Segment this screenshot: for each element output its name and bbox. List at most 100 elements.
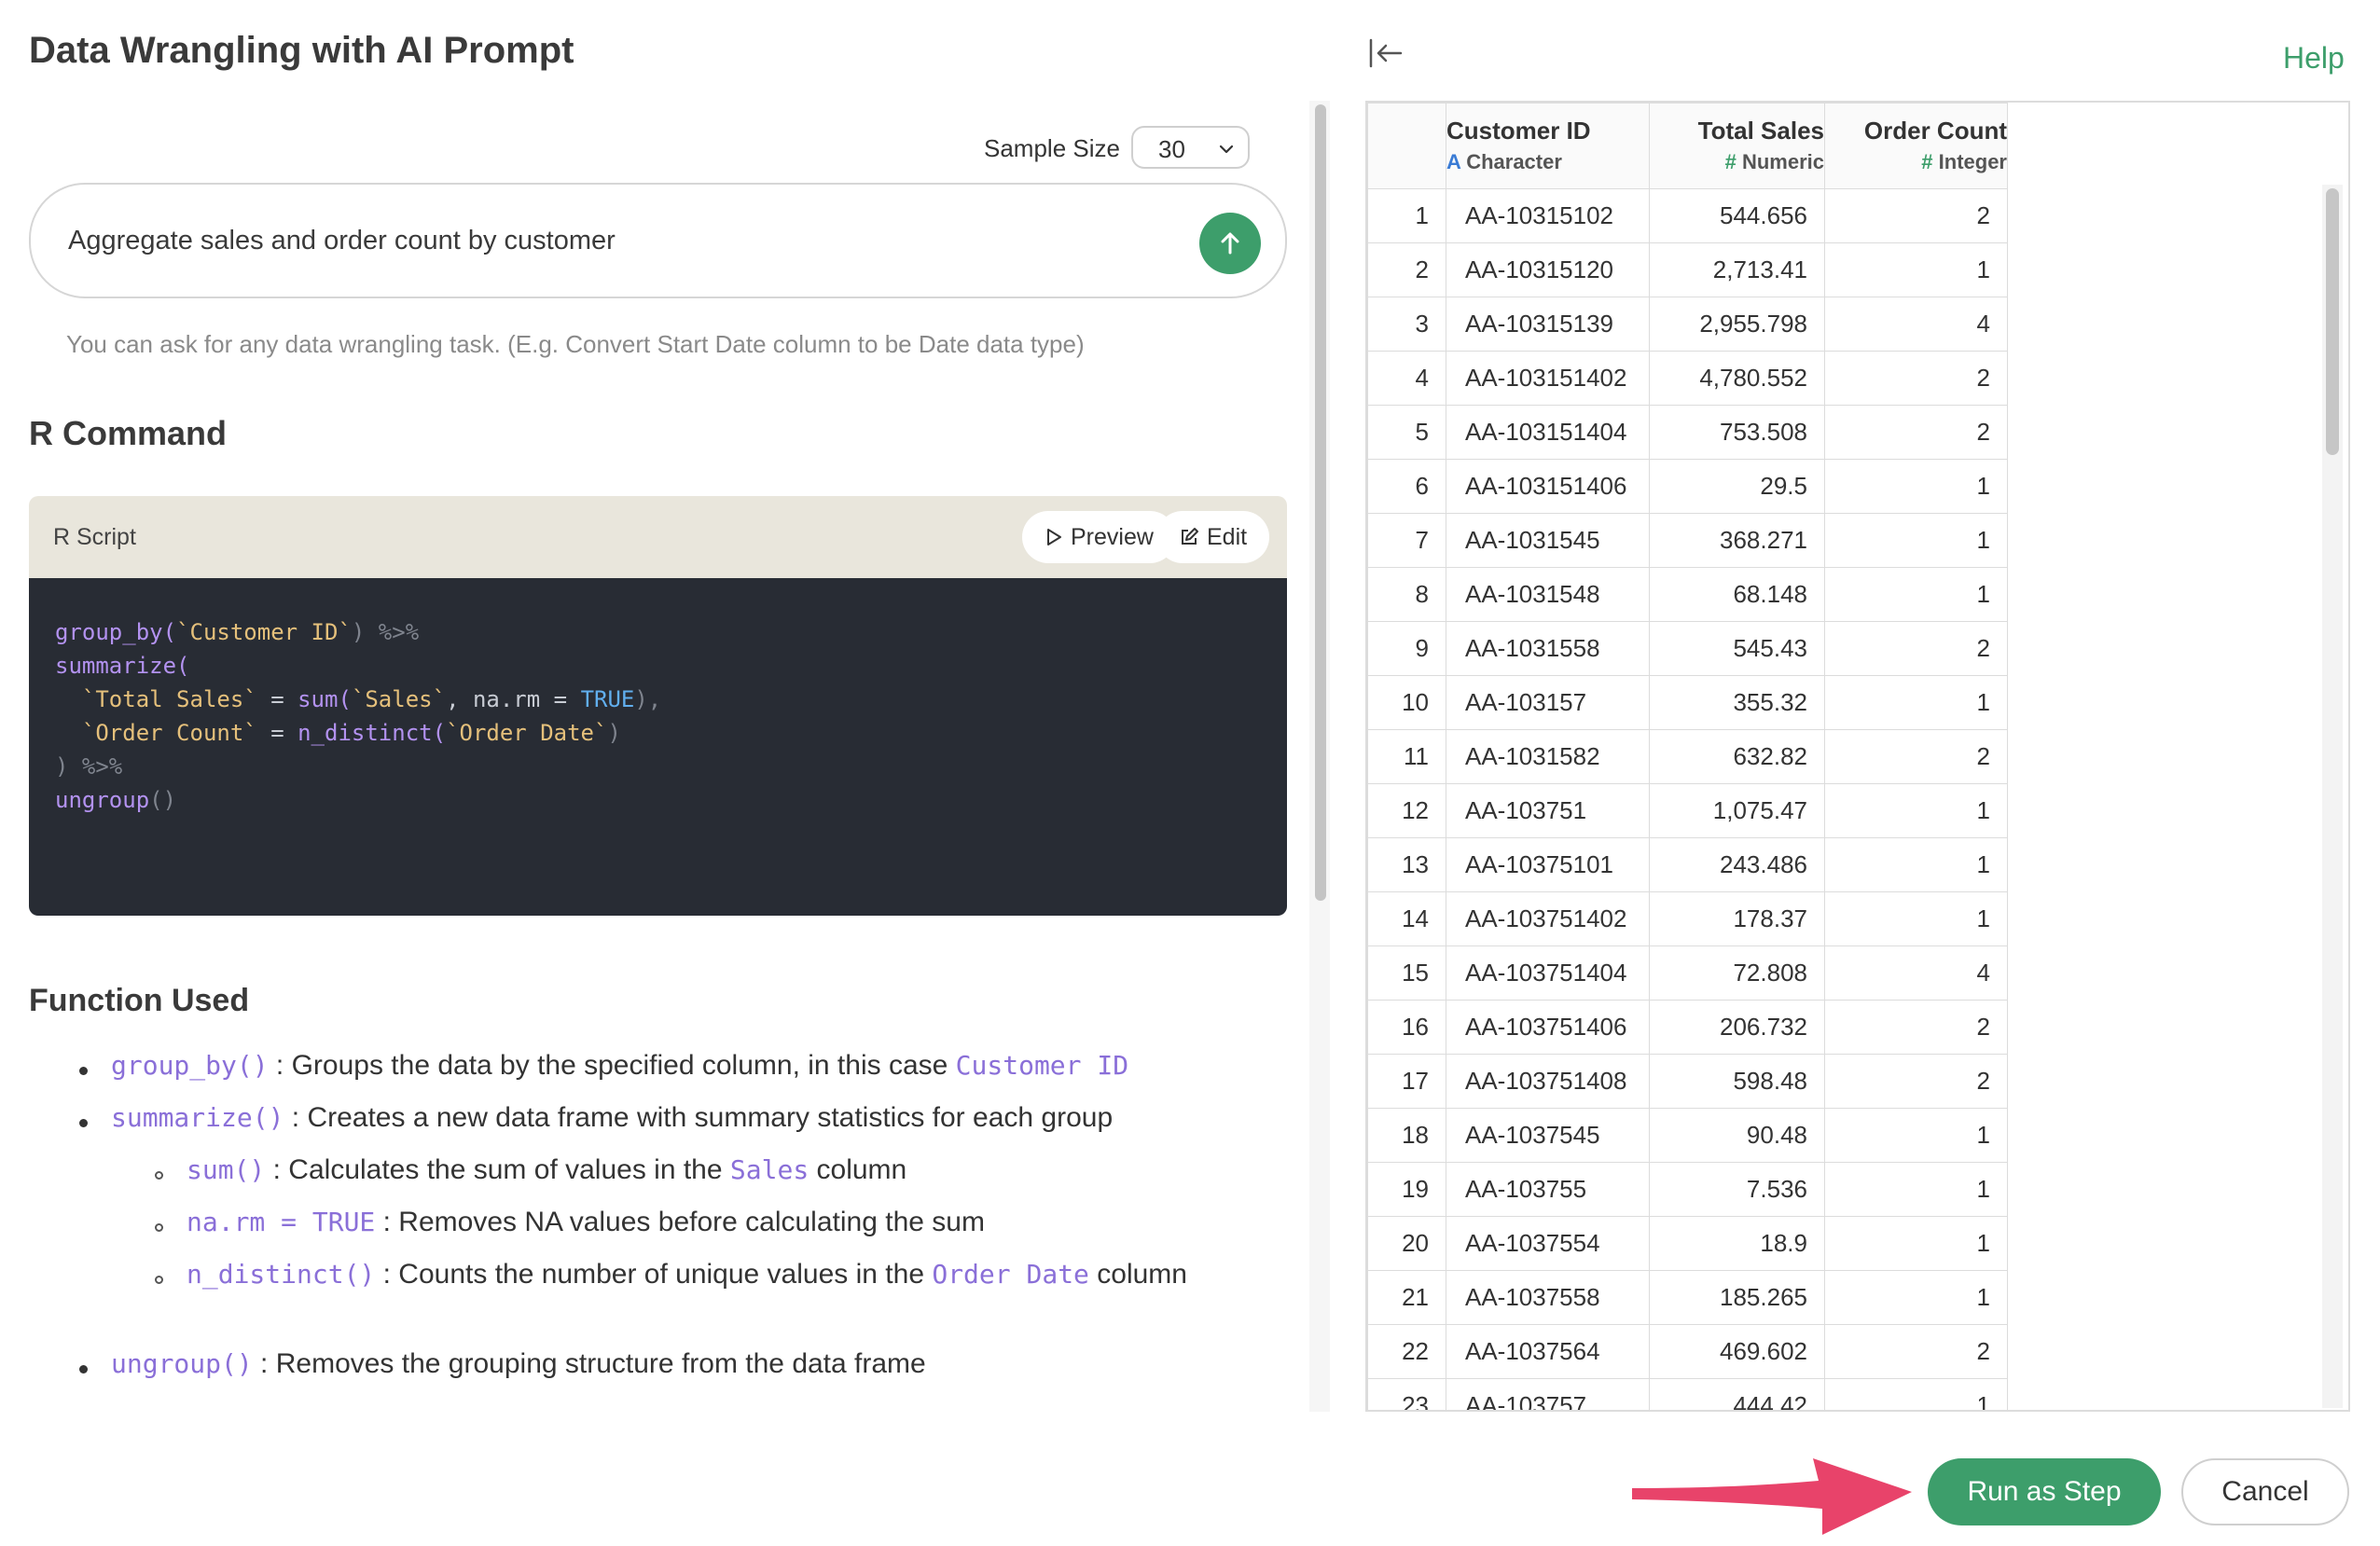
customer-id-cell: AA-103751404 xyxy=(1446,946,1650,1001)
customer-id-cell: AA-1031582 xyxy=(1446,729,1650,784)
total-sales-cell: 544.656 xyxy=(1649,188,1825,243)
table-row[interactable]: 23 AA-103757 444.42 1 xyxy=(1367,1378,2008,1410)
row-number: 23 xyxy=(1367,1378,1446,1410)
row-number: 6 xyxy=(1367,459,1446,514)
row-number: 20 xyxy=(1367,1216,1446,1271)
customer-id-cell: AA-1037558 xyxy=(1446,1270,1650,1325)
table-row[interactable]: 18 AA-1037545 90.48 1 xyxy=(1367,1108,2008,1163)
customer-id-cell: AA-103757 xyxy=(1446,1378,1650,1410)
edit-button[interactable]: Edit xyxy=(1156,511,1270,563)
pointer-arrow-icon xyxy=(1632,1458,1912,1535)
left-scrollbar-thumb[interactable] xyxy=(1315,104,1326,901)
customer-id-cell: AA-10315139 xyxy=(1446,297,1650,352)
total-sales-cell: 243.486 xyxy=(1649,837,1825,892)
row-number: 16 xyxy=(1367,1000,1446,1055)
order-count-cell: 1 xyxy=(1824,459,2008,514)
order-count-cell: 1 xyxy=(1824,1216,2008,1271)
chevron-down-icon xyxy=(1219,145,1234,154)
table-row[interactable]: 17 AA-103751408 598.48 2 xyxy=(1367,1054,2008,1109)
sample-size-select[interactable]: 30 xyxy=(1131,126,1250,169)
order-count-cell: 1 xyxy=(1824,1108,2008,1163)
preview-table: Customer ID A Character Total Sales # Nu… xyxy=(1365,101,2350,1412)
table-row[interactable]: 6 AA-103151406 29.5 1 xyxy=(1367,459,2008,514)
table-row[interactable]: 15 AA-103751404 72.808 4 xyxy=(1367,946,2008,1001)
table-row[interactable]: 7 AA-1031545 368.271 1 xyxy=(1367,513,2008,568)
total-sales-cell: 72.808 xyxy=(1649,946,1825,1001)
r-script-code[interactable]: group_by(`Customer ID`) %>% summarize( `… xyxy=(29,578,1287,916)
page-title: Data Wrangling with AI Prompt xyxy=(29,30,574,71)
order-count-cell: 2 xyxy=(1824,405,2008,460)
table-row[interactable]: 4 AA-103151402 4,780.552 2 xyxy=(1367,351,2008,406)
script-header: R Script Preview Edit xyxy=(29,496,1287,578)
list-item: summarize() : Creates a new data frame w… xyxy=(111,1102,1114,1133)
order-count-cell: 4 xyxy=(1824,946,2008,1001)
row-number: 10 xyxy=(1367,675,1446,730)
order-count-cell: 2 xyxy=(1824,729,2008,784)
collapse-panel-icon[interactable] xyxy=(1367,37,1404,69)
order-count-cell: 1 xyxy=(1824,837,2008,892)
order-count-cell: 1 xyxy=(1824,1378,2008,1410)
function-used-heading: Function Used xyxy=(29,983,250,1018)
help-link[interactable]: Help xyxy=(2283,41,2345,76)
cancel-button[interactable]: Cancel xyxy=(2181,1458,2349,1525)
table-row[interactable]: 16 AA-103751406 206.732 2 xyxy=(1367,1000,2008,1055)
customer-id-cell: AA-103751402 xyxy=(1446,891,1650,946)
order-count-cell: 1 xyxy=(1824,783,2008,838)
list-item: n_distinct() : Counts the number of uniq… xyxy=(187,1259,1187,1290)
prompt-input[interactable]: Aggregate sales and order count by custo… xyxy=(29,183,1287,298)
table-row[interactable]: 22 AA-1037564 469.602 2 xyxy=(1367,1324,2008,1379)
column-header-order-count[interactable]: Order Count # Integer xyxy=(1824,103,2008,189)
order-count-cell: 2 xyxy=(1824,1000,2008,1055)
preview-button-label: Preview xyxy=(1071,523,1154,550)
customer-id-cell: AA-103151402 xyxy=(1446,351,1650,406)
table-row[interactable]: 21 AA-1037558 185.265 1 xyxy=(1367,1270,2008,1325)
table-row[interactable]: 3 AA-10315139 2,955.798 4 xyxy=(1367,297,2008,352)
row-number: 4 xyxy=(1367,351,1446,406)
total-sales-cell: 368.271 xyxy=(1649,513,1825,568)
preview-button[interactable]: Preview xyxy=(1022,511,1176,563)
row-number: 8 xyxy=(1367,567,1446,622)
total-sales-cell: 29.5 xyxy=(1649,459,1825,514)
total-sales-cell: 206.732 xyxy=(1649,1000,1825,1055)
submit-prompt-button[interactable] xyxy=(1199,213,1261,274)
row-number: 7 xyxy=(1367,513,1446,568)
order-count-cell: 4 xyxy=(1824,297,2008,352)
table-row[interactable]: 8 AA-1031548 68.148 1 xyxy=(1367,567,2008,622)
row-number: 13 xyxy=(1367,837,1446,892)
row-number: 11 xyxy=(1367,729,1446,784)
table-row[interactable]: 11 AA-1031582 632.82 2 xyxy=(1367,729,2008,784)
table-row[interactable]: 2 AA-10315120 2,713.41 1 xyxy=(1367,242,2008,297)
table-scrollbar-thumb[interactable] xyxy=(2326,188,2339,455)
table-row[interactable]: 9 AA-1031558 545.43 2 xyxy=(1367,621,2008,676)
order-count-cell: 1 xyxy=(1824,513,2008,568)
table-row[interactable]: 1 AA-10315102 544.656 2 xyxy=(1367,188,2008,243)
order-count-cell: 1 xyxy=(1824,891,2008,946)
row-number: 17 xyxy=(1367,1054,1446,1109)
table-row[interactable]: 12 AA-103751 1,075.47 1 xyxy=(1367,783,2008,838)
total-sales-cell: 2,713.41 xyxy=(1649,242,1825,297)
customer-id-cell: AA-1031558 xyxy=(1446,621,1650,676)
total-sales-cell: 444.42 xyxy=(1649,1378,1825,1410)
order-count-cell: 2 xyxy=(1824,1324,2008,1379)
order-count-cell: 1 xyxy=(1824,1162,2008,1217)
table-row[interactable]: 13 AA-10375101 243.486 1 xyxy=(1367,837,2008,892)
numeric-type-icon: # xyxy=(1724,150,1737,173)
table-row[interactable]: 19 AA-103755 7.536 1 xyxy=(1367,1162,2008,1217)
row-number: 22 xyxy=(1367,1324,1446,1379)
order-count-cell: 2 xyxy=(1824,188,2008,243)
table-row[interactable]: 20 AA-1037554 18.9 1 xyxy=(1367,1216,2008,1271)
total-sales-cell: 178.37 xyxy=(1649,891,1825,946)
customer-id-cell: AA-10315102 xyxy=(1446,188,1650,243)
customer-id-cell: AA-1031548 xyxy=(1446,567,1650,622)
column-header-total-sales[interactable]: Total Sales # Numeric xyxy=(1649,103,1825,189)
list-item: ungroup() : Removes the grouping structu… xyxy=(111,1348,926,1379)
prompt-hint: You can ask for any data wrangling task.… xyxy=(66,330,1085,358)
column-header-customer-id[interactable]: Customer ID A Character xyxy=(1446,103,1650,189)
total-sales-cell: 469.602 xyxy=(1649,1324,1825,1379)
run-as-step-button[interactable]: Run as Step xyxy=(1928,1458,2161,1525)
row-number: 2 xyxy=(1367,242,1446,297)
total-sales-cell: 90.48 xyxy=(1649,1108,1825,1163)
table-row[interactable]: 14 AA-103751402 178.37 1 xyxy=(1367,891,2008,946)
table-row[interactable]: 5 AA-103151404 753.508 2 xyxy=(1367,405,2008,460)
table-row[interactable]: 10 AA-103157 355.32 1 xyxy=(1367,675,2008,730)
